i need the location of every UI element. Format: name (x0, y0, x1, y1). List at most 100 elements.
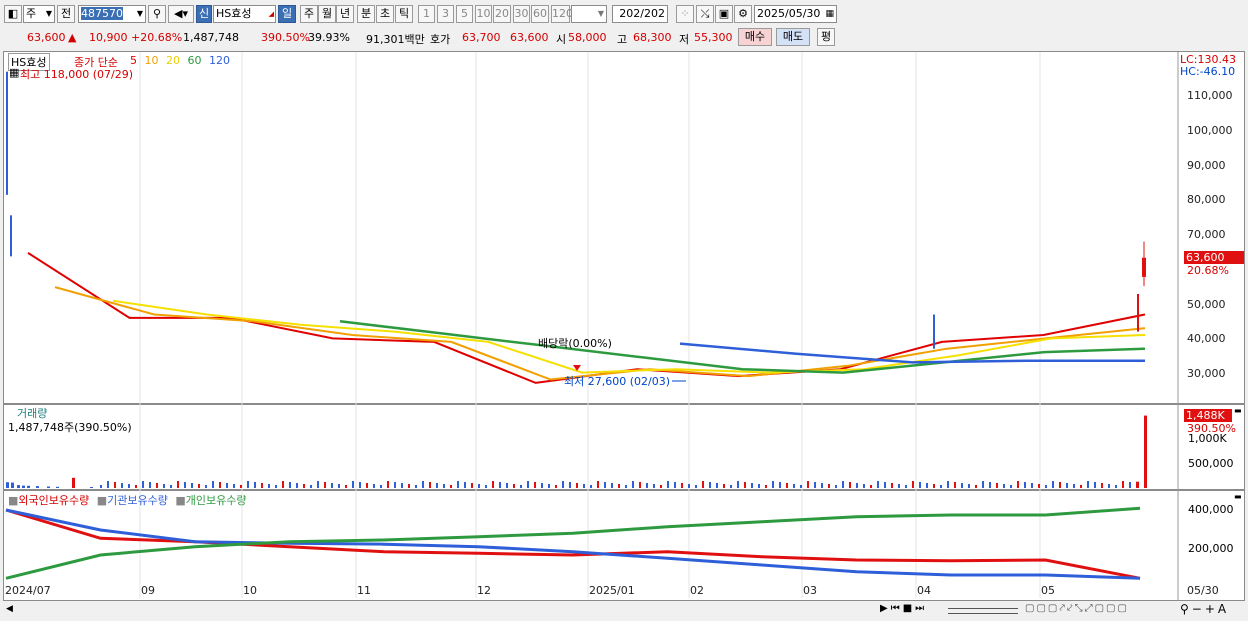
volume-bar (618, 484, 620, 488)
dividend-note: 배당락(0.00%) (538, 337, 612, 350)
tool-icons[interactable]: ▢▢▢⤤⤦⤡⤢▢▢▢ (1025, 603, 1129, 614)
zoom-slider[interactable] (948, 608, 1018, 614)
calendar-icon[interactable]: ▦ (9, 66, 19, 79)
volume-bar (863, 484, 865, 488)
volume-bar (681, 483, 683, 488)
volume-bar (709, 482, 711, 488)
x-date-label: 03 (803, 584, 817, 597)
nav-controls[interactable]: ▶⏮■⏭ (880, 603, 927, 614)
volume-bar (478, 484, 480, 488)
ma-line-60 (339, 320, 1146, 374)
volume-bar (380, 485, 382, 488)
price-tick: 90,000 (1187, 159, 1226, 172)
volume-bar (1122, 481, 1124, 488)
volume-bar (674, 482, 676, 488)
volume-bar (338, 484, 340, 488)
volume-bar (22, 485, 25, 488)
volume-bar (121, 483, 123, 488)
volume-bar (261, 483, 263, 488)
volume-bar (233, 484, 235, 488)
volume-bar (331, 483, 333, 488)
volume-bar (576, 483, 578, 488)
volume-bar (11, 482, 14, 488)
volume-bar (205, 485, 207, 488)
panel-collapse-icon[interactable]: ▬ (1234, 492, 1242, 501)
volume-bar (604, 482, 606, 488)
volume-bar (1059, 482, 1061, 488)
volume-bar (548, 484, 550, 488)
volume-bar (149, 482, 151, 488)
volume-bar (772, 481, 774, 488)
volume-bar (751, 483, 753, 488)
volume-bar (107, 481, 109, 488)
volume-bar (646, 483, 648, 488)
volume-bar (793, 484, 795, 488)
volume-bar (562, 481, 564, 488)
volume-bar (695, 485, 697, 488)
volume-bar (72, 477, 75, 488)
volume-bar (569, 482, 571, 488)
ma-10: 10 (144, 54, 159, 67)
volume-bar (821, 483, 823, 488)
volume-bar (90, 487, 93, 488)
price-tick: 50,000 (1187, 298, 1226, 311)
volume-bar (6, 482, 9, 488)
volume-bar (1073, 484, 1075, 488)
volume-bar (898, 484, 900, 488)
volume-bar (359, 482, 361, 488)
volume-bar (555, 485, 557, 488)
volume-bar (912, 481, 914, 488)
low-note: 최저 27,600 (02/03) (564, 375, 671, 388)
volume-bar (114, 482, 116, 488)
volume-bar (1052, 481, 1054, 488)
volume-bar (779, 482, 781, 488)
x-date-label: 05 (1041, 584, 1055, 597)
zoom-icons[interactable]: ⚲−+A (1180, 602, 1229, 616)
current-price-tag: 63,600 (1184, 251, 1244, 264)
holdings-legend: ■외국인보유수량 ■기관보유수량 ■개인보유수량 (8, 492, 247, 508)
scroll-left-icon[interactable]: ◀ (6, 604, 13, 614)
volume-bar (443, 484, 445, 488)
volume-bar (996, 483, 998, 488)
volume-bar (1144, 415, 1147, 488)
volume-bar (485, 485, 487, 488)
volume-bar (625, 485, 627, 488)
volume-bar (506, 483, 508, 488)
volume-bar (1129, 482, 1131, 488)
volume-bar (352, 481, 354, 488)
volume-bar (982, 481, 984, 488)
volume-bar (366, 483, 368, 488)
volume-bar (142, 481, 144, 488)
volume-bar (373, 484, 375, 488)
volume-bar (513, 484, 515, 488)
volume-bar (394, 482, 396, 488)
volume-bar (135, 485, 137, 488)
volume-bar (835, 485, 837, 488)
volume-bar (1087, 481, 1089, 488)
volume-bar (226, 483, 228, 488)
legend-institution: 기관보유수량 (107, 494, 168, 507)
panel-collapse-icon[interactable]: ▬ (1234, 406, 1242, 415)
hc-value: HC:-46.10 (1180, 65, 1236, 78)
holdings-line-외국인보유수량 (5, 508, 1141, 580)
price-tick: 100,000 (1187, 124, 1233, 137)
volume-bar (492, 481, 494, 488)
volume-bar (1101, 483, 1103, 488)
x-date-label: 11 (357, 584, 371, 597)
price-tick: 110,000 (1187, 89, 1233, 102)
volume-current-tag: 1,488K (1184, 409, 1232, 422)
chart-canvas (5, 52, 1179, 600)
volume-bar (247, 481, 249, 488)
volume-bar (667, 481, 669, 488)
volume-bar (156, 483, 158, 488)
volume-bar (191, 483, 193, 488)
holdings-tick-200k: 200,000 (1188, 542, 1234, 555)
volume-bar (688, 484, 690, 488)
volume-bar (884, 482, 886, 488)
volume-bar (100, 485, 102, 488)
volume-bar (27, 485, 30, 488)
volume-bar (1031, 483, 1033, 488)
high-note: 최고 118,000 (07/29) (20, 68, 134, 81)
volume-bar (240, 485, 242, 488)
volume-bar (597, 481, 599, 488)
